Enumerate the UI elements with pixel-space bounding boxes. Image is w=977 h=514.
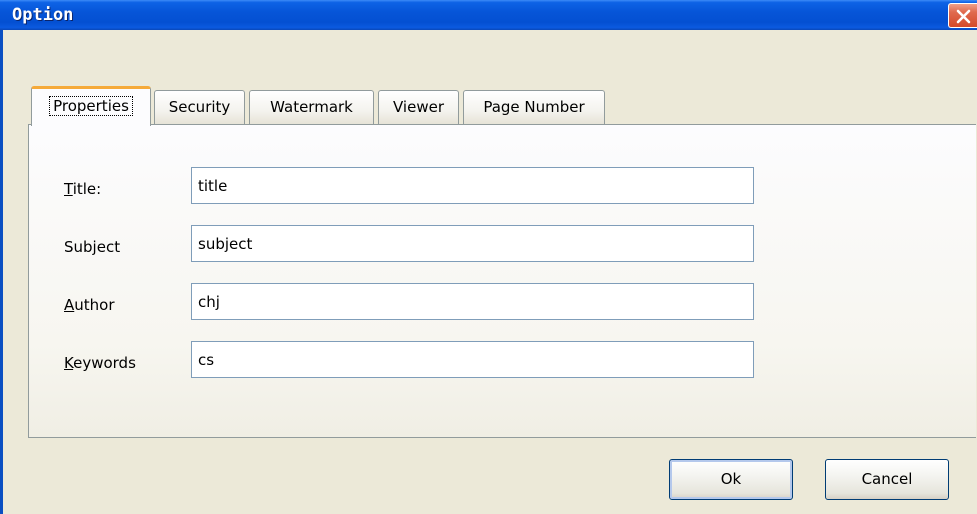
tab-properties[interactable]: Properties [31,86,151,126]
keywords-label: Keywords [64,354,136,372]
tab-security[interactable]: Security [154,90,245,124]
close-button[interactable] [948,3,977,28]
tab-label: Page Number [483,98,585,116]
properties-panel: Title: Subject Author Keywords [28,124,976,438]
author-label: Author [64,296,115,314]
window-title: Option [12,5,74,25]
cancel-button[interactable]: Cancel [825,459,949,500]
tab-page-number[interactable]: Page Number [463,90,605,124]
subject-label: Subject [64,238,121,256]
tab-label: Viewer [393,98,444,116]
title-bar[interactable]: Option [0,0,977,30]
keywords-field[interactable] [191,341,754,378]
tab-label: Watermark [270,98,353,116]
author-field[interactable] [191,283,754,320]
tab-watermark[interactable]: Watermark [249,90,374,124]
option-dialog: Option Properties Security Watermark Vie… [0,0,977,514]
title-field[interactable] [191,167,754,204]
subject-field[interactable] [191,225,754,262]
close-icon [956,9,971,24]
title-label: Title: [64,180,102,198]
tab-viewer[interactable]: Viewer [378,90,459,124]
tab-label: Security [168,98,231,116]
tab-label: Properties [49,96,133,116]
ok-button[interactable]: Ok [669,459,793,500]
window-left-border [0,30,3,514]
